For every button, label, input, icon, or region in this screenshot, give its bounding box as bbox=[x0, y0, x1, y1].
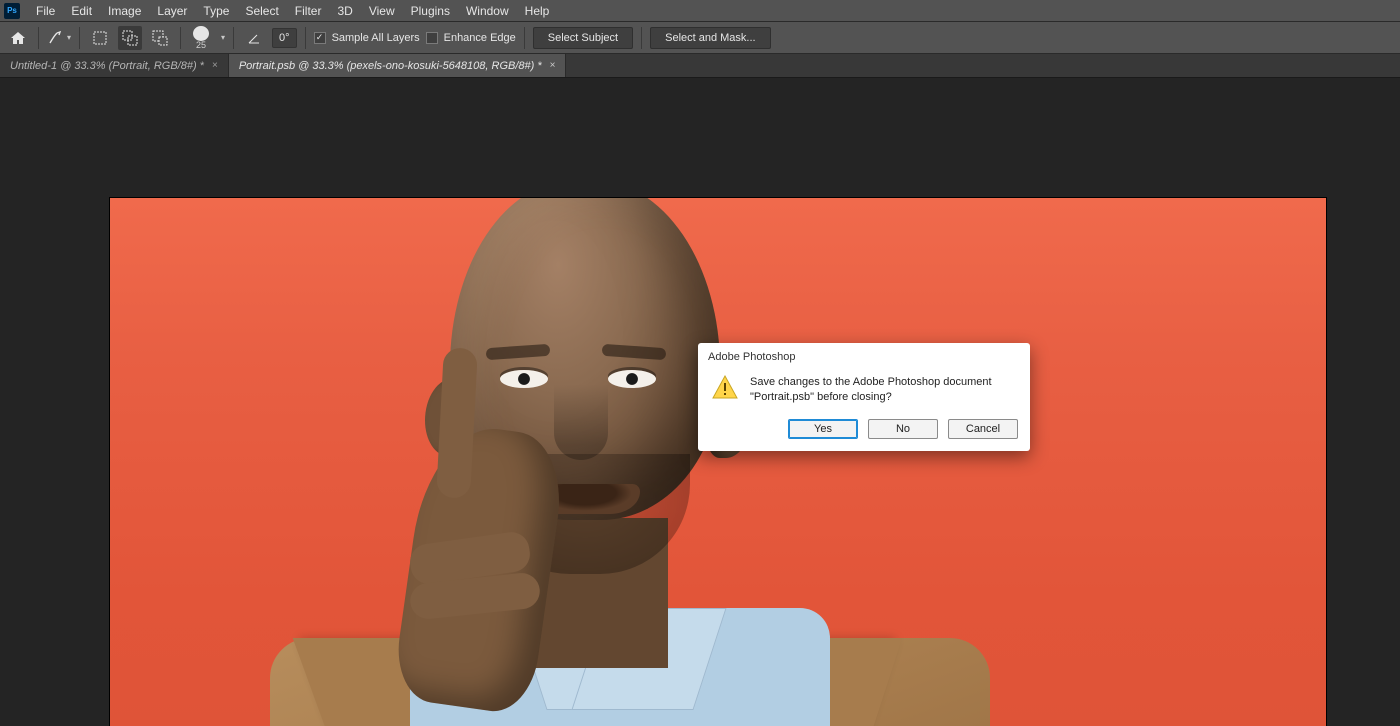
document-canvas[interactable] bbox=[110, 198, 1326, 726]
enhance-edge-label: Enhance Edge bbox=[444, 32, 516, 44]
portrait-eye bbox=[500, 370, 548, 388]
menu-3d[interactable]: 3D bbox=[329, 1, 360, 21]
separator bbox=[38, 27, 39, 49]
enhance-edge-checkbox[interactable]: Enhance Edge bbox=[426, 32, 516, 44]
tab-untitled-1[interactable]: Untitled-1 @ 33.3% (Portrait, RGB/8#) * … bbox=[0, 54, 229, 77]
dialog-title: Adobe Photoshop bbox=[698, 343, 1030, 371]
separator bbox=[79, 27, 80, 49]
options-bar: ▾ 25 ▾ 0° Sample All Layers Enhance Edge… bbox=[0, 22, 1400, 54]
tool-quick-select-icon[interactable]: ▾ bbox=[47, 26, 71, 50]
menu-plugins[interactable]: Plugins bbox=[403, 1, 458, 21]
menu-view[interactable]: View bbox=[361, 1, 403, 21]
checkbox-icon bbox=[426, 32, 438, 44]
sample-all-layers-checkbox[interactable]: Sample All Layers bbox=[314, 32, 420, 44]
yes-button[interactable]: Yes bbox=[788, 419, 858, 439]
save-changes-dialog: Adobe Photoshop Save changes to the Adob… bbox=[698, 343, 1030, 451]
brush-angle-value: 0° bbox=[279, 32, 290, 44]
menu-window[interactable]: Window bbox=[458, 1, 517, 21]
add-to-selection-icon[interactable] bbox=[118, 26, 142, 50]
portrait-eye bbox=[608, 370, 656, 388]
sample-all-layers-label: Sample All Layers bbox=[332, 32, 420, 44]
dialog-message: Save changes to the Adobe Photoshop docu… bbox=[750, 375, 1016, 405]
subtract-from-selection-icon[interactable] bbox=[148, 26, 172, 50]
separator bbox=[305, 27, 306, 49]
select-subject-button[interactable]: Select Subject bbox=[533, 27, 633, 49]
menu-help[interactable]: Help bbox=[517, 1, 558, 21]
menu-bar: Ps File Edit Image Layer Type Select Fil… bbox=[0, 0, 1400, 22]
tab-portrait-psb[interactable]: Portrait.psb @ 33.3% (pexels-ono-kosuki-… bbox=[229, 54, 567, 77]
tab-label: Portrait.psb @ 33.3% (pexels-ono-kosuki-… bbox=[239, 60, 542, 72]
separator bbox=[233, 27, 234, 49]
brush-angle-input[interactable]: 0° bbox=[272, 28, 297, 48]
home-icon[interactable] bbox=[6, 26, 30, 50]
brush-preview-icon bbox=[193, 26, 209, 41]
brush-size-label: 25 bbox=[196, 41, 206, 50]
new-selection-icon[interactable] bbox=[88, 26, 112, 50]
separator bbox=[180, 27, 181, 49]
close-icon[interactable]: × bbox=[550, 60, 556, 71]
brush-preset-picker[interactable]: 25 bbox=[189, 26, 213, 50]
separator bbox=[524, 27, 525, 49]
canvas-area[interactable]: Adobe Photoshop Save changes to the Adob… bbox=[0, 78, 1400, 726]
tab-label: Untitled-1 @ 33.3% (Portrait, RGB/8#) * bbox=[10, 60, 204, 72]
menu-select[interactable]: Select bbox=[237, 1, 286, 21]
no-button[interactable]: No bbox=[868, 419, 938, 439]
cancel-button[interactable]: Cancel bbox=[948, 419, 1018, 439]
menu-edit[interactable]: Edit bbox=[63, 1, 100, 21]
select-and-mask-button[interactable]: Select and Mask... bbox=[650, 27, 771, 49]
menu-type[interactable]: Type bbox=[195, 1, 237, 21]
chevron-down-icon[interactable]: ▾ bbox=[221, 33, 225, 42]
document-tabs: Untitled-1 @ 33.3% (Portrait, RGB/8#) * … bbox=[0, 54, 1400, 78]
brush-angle-icon bbox=[242, 26, 266, 50]
warning-icon bbox=[712, 375, 738, 399]
menu-layer[interactable]: Layer bbox=[149, 1, 195, 21]
checkbox-icon bbox=[314, 32, 326, 44]
chevron-down-icon: ▾ bbox=[67, 33, 71, 42]
portrait-nose bbox=[554, 384, 608, 460]
menu-filter[interactable]: Filter bbox=[287, 1, 330, 21]
app-icon: Ps bbox=[4, 3, 20, 19]
separator bbox=[641, 27, 642, 49]
menu-image[interactable]: Image bbox=[100, 1, 149, 21]
close-icon[interactable]: × bbox=[212, 60, 218, 71]
menu-file[interactable]: File bbox=[28, 1, 63, 21]
